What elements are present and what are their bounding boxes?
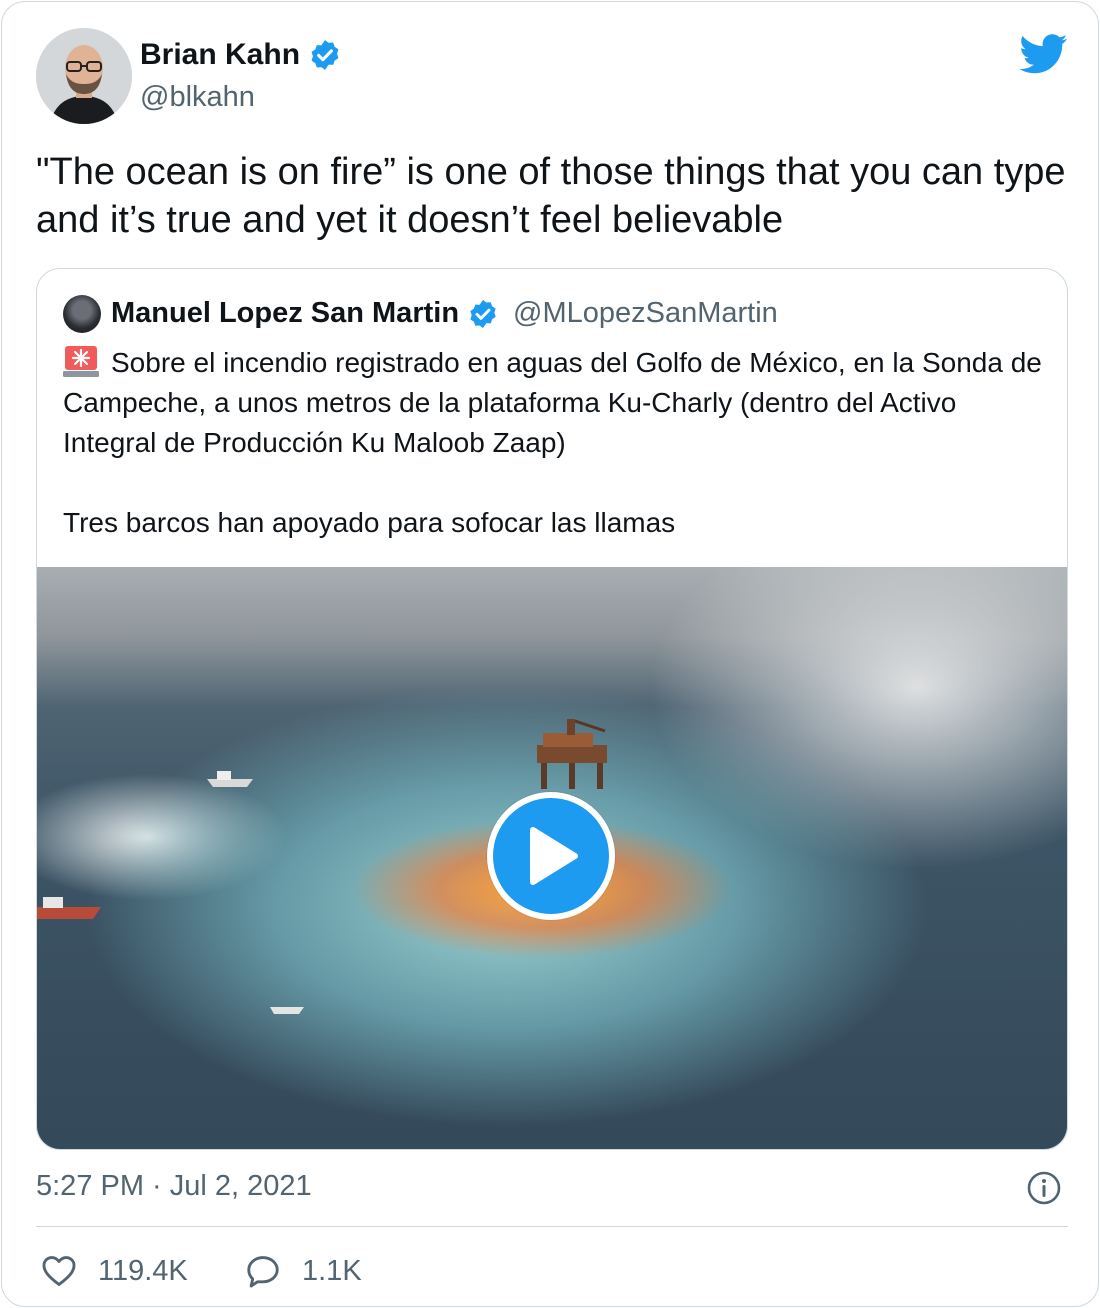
oil-platform-illustration [537,719,607,789]
reply-count: 1.1K [302,1254,362,1287]
siren-icon [63,346,99,377]
quoted-author-name[interactable]: Manuel Lopez San Martin [111,297,459,330]
tweet-card: Brian Kahn @blkahn "The ocean is on fire… [1,1,1099,1307]
quoted-tweet-text: Sobre el incendio registrado en aguas de… [63,343,1048,543]
heart-icon [42,1256,76,1286]
play-icon [530,827,578,885]
like-count: 119.4K [98,1254,188,1287]
video-thumbnail[interactable] [37,567,1067,1149]
verified-badge-icon [311,40,339,70]
like-action[interactable]: 119.4K [40,1252,188,1290]
verified-badge-icon [470,299,496,328]
tweet-text: "The ocean is on fire” is one of those t… [36,151,1066,241]
author-name[interactable]: Brian Kahn [140,38,342,72]
author-handle[interactable]: @blkahn [140,81,255,114]
quoted-tweet[interactable]: Manuel Lopez San Martin @MLopezSanMartin [36,268,1068,1150]
quoted-tweet-header: Manuel Lopez San Martin @MLopezSanMartin [111,297,778,330]
quoted-author-avatar[interactable] [63,295,101,333]
boat-illustration [37,897,101,919]
author-name-text: Brian Kahn [140,38,301,71]
play-button[interactable] [487,792,615,920]
person-avatar-icon [36,28,132,124]
reply-bubble-icon [247,1256,279,1288]
author-avatar[interactable] [36,28,132,124]
tweet-timestamp[interactable]: 5:27 PM · Jul 2, 2021 [36,1170,312,1203]
boat-illustration [207,771,253,787]
info-icon[interactable] [1026,1170,1062,1206]
divider [36,1226,1068,1227]
reply-action[interactable]: 1.1K [244,1252,362,1290]
quoted-author-handle[interactable]: @MLopezSanMartin [513,297,778,330]
boat-illustration [270,1007,304,1014]
twitter-bird-icon[interactable] [1020,34,1068,74]
quoted-tweet-paragraph-1: Sobre el incendio registrado en aguas de… [63,347,1042,458]
quoted-tweet-paragraph-2: Tres barcos han apoyado para sofocar las… [63,507,676,538]
